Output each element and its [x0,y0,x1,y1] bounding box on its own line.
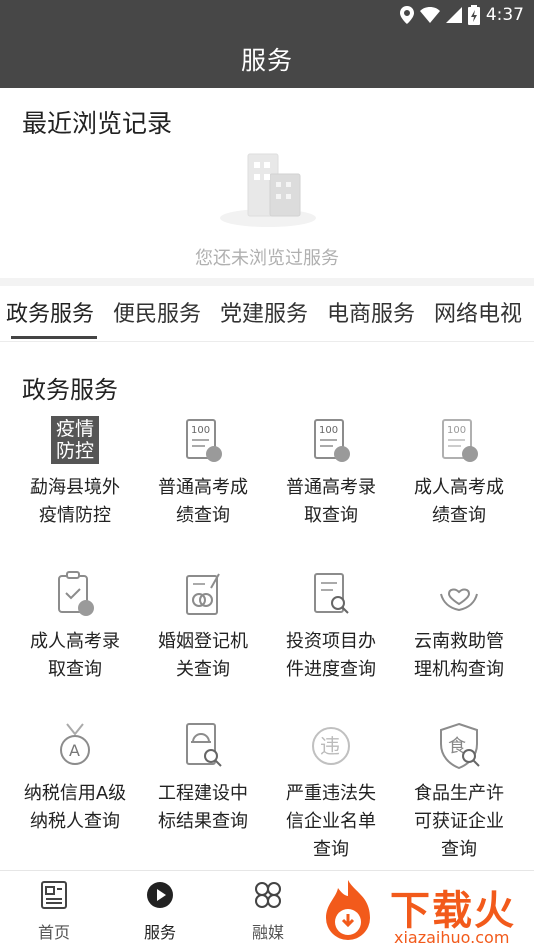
service-label: 纳税信用A级纳税人查询 [23,783,127,832]
service-label: 普通高考录取查询 [286,477,376,526]
service-icon [147,882,173,908]
service-covid-control[interactable]: 疫情 防控 勐海县境外疫情防控 [11,416,139,530]
service-label: 成人高考成绩查询 [414,477,504,526]
illegal-enterprise-icon: 违 [312,727,350,765]
service-label: 严重违法失信企业名单查询 [286,783,376,860]
exam-admission-icon: 100 [314,419,350,462]
service-tax-credit[interactable]: A 纳税信用A级纳税人查询 [11,722,139,836]
empty-buildings-icon [220,153,316,227]
service-adult-exam-admission[interactable]: 成人高考录取查询 [11,570,139,684]
location-icon [399,6,414,24]
service-label: 勐海县境外疫情防控 [30,477,120,526]
service-label: 投资项目办件进度查询 [286,631,376,680]
nav-label: 服务 [143,923,176,942]
tab-network-tv[interactable]: 网络电视 [434,296,522,328]
watermark-sub: xiazaihuo.com [394,928,510,947]
nav-label: 融媒 [251,923,284,942]
service-label: 婚姻登记机关查询 [158,631,248,680]
media-icon [255,882,281,908]
home-icon [41,881,67,909]
service-marriage-registry[interactable]: 婚姻登记机关查询 [139,570,267,684]
covid-control-icon: 疫情 防控 [51,416,99,464]
service-exam-score[interactable]: 100 普通高考成绩查询 [139,416,267,530]
investment-progress-icon [314,573,349,614]
svg-text:100: 100 [319,425,338,436]
svg-text:100: 100 [447,425,466,436]
tab-convenience-services[interactable]: 便民服务 [113,296,201,328]
nav-media[interactable]: 融媒 [228,879,308,943]
recent-section: 最近浏览记录 您还未浏览过服务 [0,88,534,278]
marriage-registry-icon [186,573,220,615]
service-label: 云南救助管理机构查询 [414,631,504,680]
title-bar: 服务 [0,30,534,88]
tab-party-services[interactable]: 党建服务 [220,296,308,328]
service-exam-admission[interactable]: 100 普通高考录取查询 [267,416,395,530]
adult-exam-admission-icon [58,571,94,616]
wifi-icon [419,7,440,23]
tax-credit-icon: A [60,723,90,765]
nav-label: 首页 [37,923,70,942]
svg-text:违: 违 [320,734,340,758]
page-title: 服务 [240,46,293,75]
construction-bid-icon [186,723,222,767]
service-investment-progress[interactable]: 投资项目办件进度查询 [267,570,395,684]
nav-home[interactable]: 首页 [14,879,94,943]
service-illegal-enterprise[interactable]: 违 严重违法失信企业名单查询 [267,722,395,864]
service-label: 工程建设中标结果查询 [158,783,248,832]
signal-icon [445,7,462,23]
exam-score-icon: 100 [186,419,222,462]
adult-exam-score-icon: 100 [442,419,478,462]
section-divider [0,278,534,286]
service-construction-bid[interactable]: 工程建设中标结果查询 [139,722,267,836]
flame-logo-icon [326,880,370,940]
service-label: 普通高考成绩查询 [158,477,248,526]
service-adult-exam-score[interactable]: 100 成人高考成绩查询 [395,416,523,530]
battery-icon [467,5,480,25]
recent-title: 最近浏览记录 [22,109,173,138]
nav-service[interactable]: 服务 [120,879,200,943]
food-license-icon: 食 [440,722,480,770]
service-label: 食品生产许可获证企业查询 [414,783,504,860]
status-bar: 4:37 [0,0,534,30]
active-tab-indicator [11,336,97,339]
recent-empty-text: 您还未浏览过服务 [195,248,339,269]
service-label: 成人高考录取查询 [30,631,120,680]
section-title: 政务服务 [22,376,118,404]
svg-text:100: 100 [191,425,210,436]
svg-text:A: A [69,741,80,760]
watermark-logo: 下载火 xiazaihuo.com [310,878,534,950]
tab-ecommerce-services[interactable]: 电商服务 [327,296,415,328]
service-rescue-agency[interactable]: 云南救助管理机构查询 [395,570,523,684]
rescue-agency-icon [440,588,478,612]
status-time: 4:37 [485,5,524,25]
tab-gov-services[interactable]: 政务服务 [6,296,94,328]
category-tabs: 政务服务 便民服务 党建服务 电商服务 网络电视 [0,286,534,342]
service-food-license[interactable]: 食 食品生产许可获证企业查询 [395,722,523,864]
